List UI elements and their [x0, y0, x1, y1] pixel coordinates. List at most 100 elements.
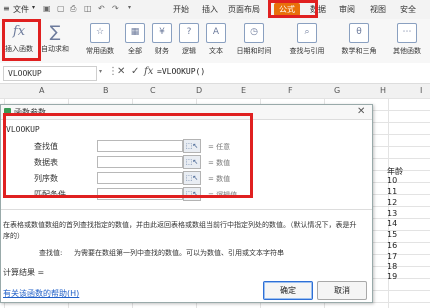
chevron-down-icon[interactable]: ▾	[32, 4, 35, 11]
column-h[interactable]: H	[380, 86, 386, 95]
autosum-button[interactable]: ∑ 自动求和	[38, 23, 72, 54]
confirm-edit-icon[interactable]: ✓	[131, 66, 139, 77]
other-functions-button[interactable]: ⋯ 其他函数	[386, 23, 428, 56]
col-index-hint: = 数值	[208, 175, 231, 183]
fx-icon[interactable]: fx	[144, 66, 153, 77]
age-cell[interactable]: 14	[387, 219, 397, 228]
menu-icon[interactable]: ≡	[3, 4, 10, 13]
chevron-down-icon[interactable]: ▾	[128, 4, 131, 11]
tab-insert[interactable]: 插入	[202, 4, 218, 15]
lookup-value-hint: = 任意	[208, 143, 231, 151]
column-b[interactable]: B	[103, 86, 109, 95]
column-c[interactable]: C	[150, 86, 156, 95]
insert-function-button[interactable]: fx 插入函数	[4, 23, 34, 54]
column-f[interactable]: F	[288, 86, 293, 95]
age-cell[interactable]: 11	[387, 187, 397, 196]
tab-formula[interactable]: 公式	[274, 3, 300, 16]
range-select-icon[interactable]: ⬚↖	[183, 187, 201, 201]
function-description: 在表格或数值数组的首列查找指定的数值，并由此返回表格或数组当前行中指定列处的数值…	[3, 221, 357, 240]
date-time-button[interactable]: ◷ 日期和时间	[231, 23, 277, 56]
logic-button[interactable]: ? 逻辑	[177, 23, 201, 56]
sum-icon: ∑	[49, 22, 61, 41]
close-icon[interactable]: ✕	[357, 106, 365, 117]
column-header: A B C D E F G H I	[0, 84, 430, 99]
range-select-icon[interactable]: ⬚↖	[183, 139, 201, 153]
preview-icon[interactable]: ◫	[84, 4, 92, 13]
chevron-down-icon[interactable]: ▾	[99, 68, 102, 75]
range-select-icon[interactable]: ⬚↖	[183, 171, 201, 185]
range-lookup-input[interactable]	[97, 188, 183, 200]
ribbon: fx 插入函数 ∑ 自动求和 ☆ 常用函数 ▦ 全部 ¥ 财务 ? 逻辑 A 文…	[0, 19, 430, 64]
formula-input[interactable]: =VLOOKUP()	[157, 67, 205, 76]
age-cell[interactable]: 19	[387, 272, 397, 281]
table-array-input[interactable]	[97, 156, 183, 168]
tab-start[interactable]: 开始	[173, 4, 189, 15]
range-select-icon[interactable]: ⬚↖	[183, 155, 201, 169]
lookup-value-label: 查找值	[34, 142, 58, 151]
tab-view[interactable]: 视图	[370, 4, 386, 15]
function-name: VLOOKUP	[6, 125, 40, 134]
age-cell[interactable]: 17	[387, 252, 397, 261]
yen-icon: ¥	[152, 23, 172, 43]
name-box[interactable]: VLOOKUP	[3, 66, 97, 81]
common-functions-button[interactable]: ☆ 常用函数	[80, 23, 120, 56]
cancel-edit-icon[interactable]: ✕	[117, 66, 125, 77]
autosum-label: 自动求和	[41, 45, 69, 53]
age-cell[interactable]: 13	[387, 209, 397, 218]
ok-button[interactable]: 确定	[263, 281, 313, 300]
print-icon[interactable]: ⎙	[70, 4, 76, 14]
text-label: 文本	[209, 47, 223, 55]
column-e[interactable]: E	[241, 86, 246, 95]
all-functions-button[interactable]: ▦ 全部	[123, 23, 147, 56]
param-name: 查找值:	[39, 249, 63, 257]
lookup-reference-label: 查找与引用	[289, 47, 325, 55]
other-functions-label: 其他函数	[393, 47, 421, 55]
fx-icon: fx	[12, 24, 26, 39]
col-index-label: 列序数	[34, 174, 58, 183]
range-lookup-hint: = 逻辑值	[208, 191, 238, 199]
more-icon: ⋯	[397, 23, 417, 43]
divider	[1, 209, 372, 210]
logic-icon: ?	[179, 23, 199, 43]
formula-bar: VLOOKUP ▾ ⋮ ✕ ✓ fx =VLOOKUP()	[0, 63, 430, 84]
text-button[interactable]: A 文本	[204, 23, 228, 56]
age-cell[interactable]: 12	[387, 198, 397, 207]
cancel-button[interactable]: 取消	[317, 281, 367, 300]
text-icon: A	[206, 23, 226, 43]
redo-icon[interactable]: ↷	[112, 4, 119, 13]
table-array-label: 数据表	[34, 158, 58, 167]
column-g[interactable]: G	[334, 86, 340, 95]
lookup-reference-button[interactable]: ⌕ 查找与引用	[282, 23, 332, 56]
logic-label: 逻辑	[182, 47, 196, 55]
lookup-icon: ⌕	[297, 23, 317, 43]
age-cell[interactable]: 18	[387, 262, 397, 271]
common-functions-label: 常用函数	[86, 47, 114, 55]
column-i[interactable]: I	[420, 86, 422, 95]
param-description: 为需要在数组第一列中查找的数值。可以为数值、引用或文本字符串	[74, 249, 284, 257]
age-cell[interactable]: 10	[387, 176, 397, 185]
tab-page-layout[interactable]: 页面布局	[228, 4, 260, 15]
open-icon[interactable]: ▢	[57, 4, 65, 13]
column-a[interactable]: A	[39, 86, 44, 95]
dialog-titlebar[interactable]: 函数参数 ✕	[1, 105, 372, 120]
age-cell[interactable]: 16	[387, 241, 397, 250]
dialog-title: 函数参数	[14, 108, 46, 117]
app-icon	[4, 108, 11, 115]
math-trig-button[interactable]: θ 数学和三角	[336, 23, 382, 56]
star-icon: ☆	[90, 23, 110, 43]
lookup-value-input[interactable]	[97, 140, 183, 152]
column-d[interactable]: D	[196, 86, 202, 95]
range-lookup-label: 匹配条件	[34, 190, 66, 199]
menu-file[interactable]: 文件	[13, 4, 29, 15]
col-index-input[interactable]	[97, 172, 183, 184]
tab-review[interactable]: 审阅	[339, 4, 355, 15]
tab-data[interactable]: 数据	[310, 4, 326, 15]
help-link[interactable]: 有关该函数的帮助(H)	[3, 288, 79, 299]
all-functions-label: 全部	[128, 47, 142, 55]
tab-security[interactable]: 安全	[400, 4, 416, 15]
age-cell[interactable]: 15	[387, 230, 397, 239]
finance-button[interactable]: ¥ 财务	[150, 23, 174, 56]
save-icon[interactable]: ▣	[43, 4, 51, 13]
undo-icon[interactable]: ↶	[98, 4, 105, 13]
calendar-icon: ◷	[244, 23, 264, 43]
